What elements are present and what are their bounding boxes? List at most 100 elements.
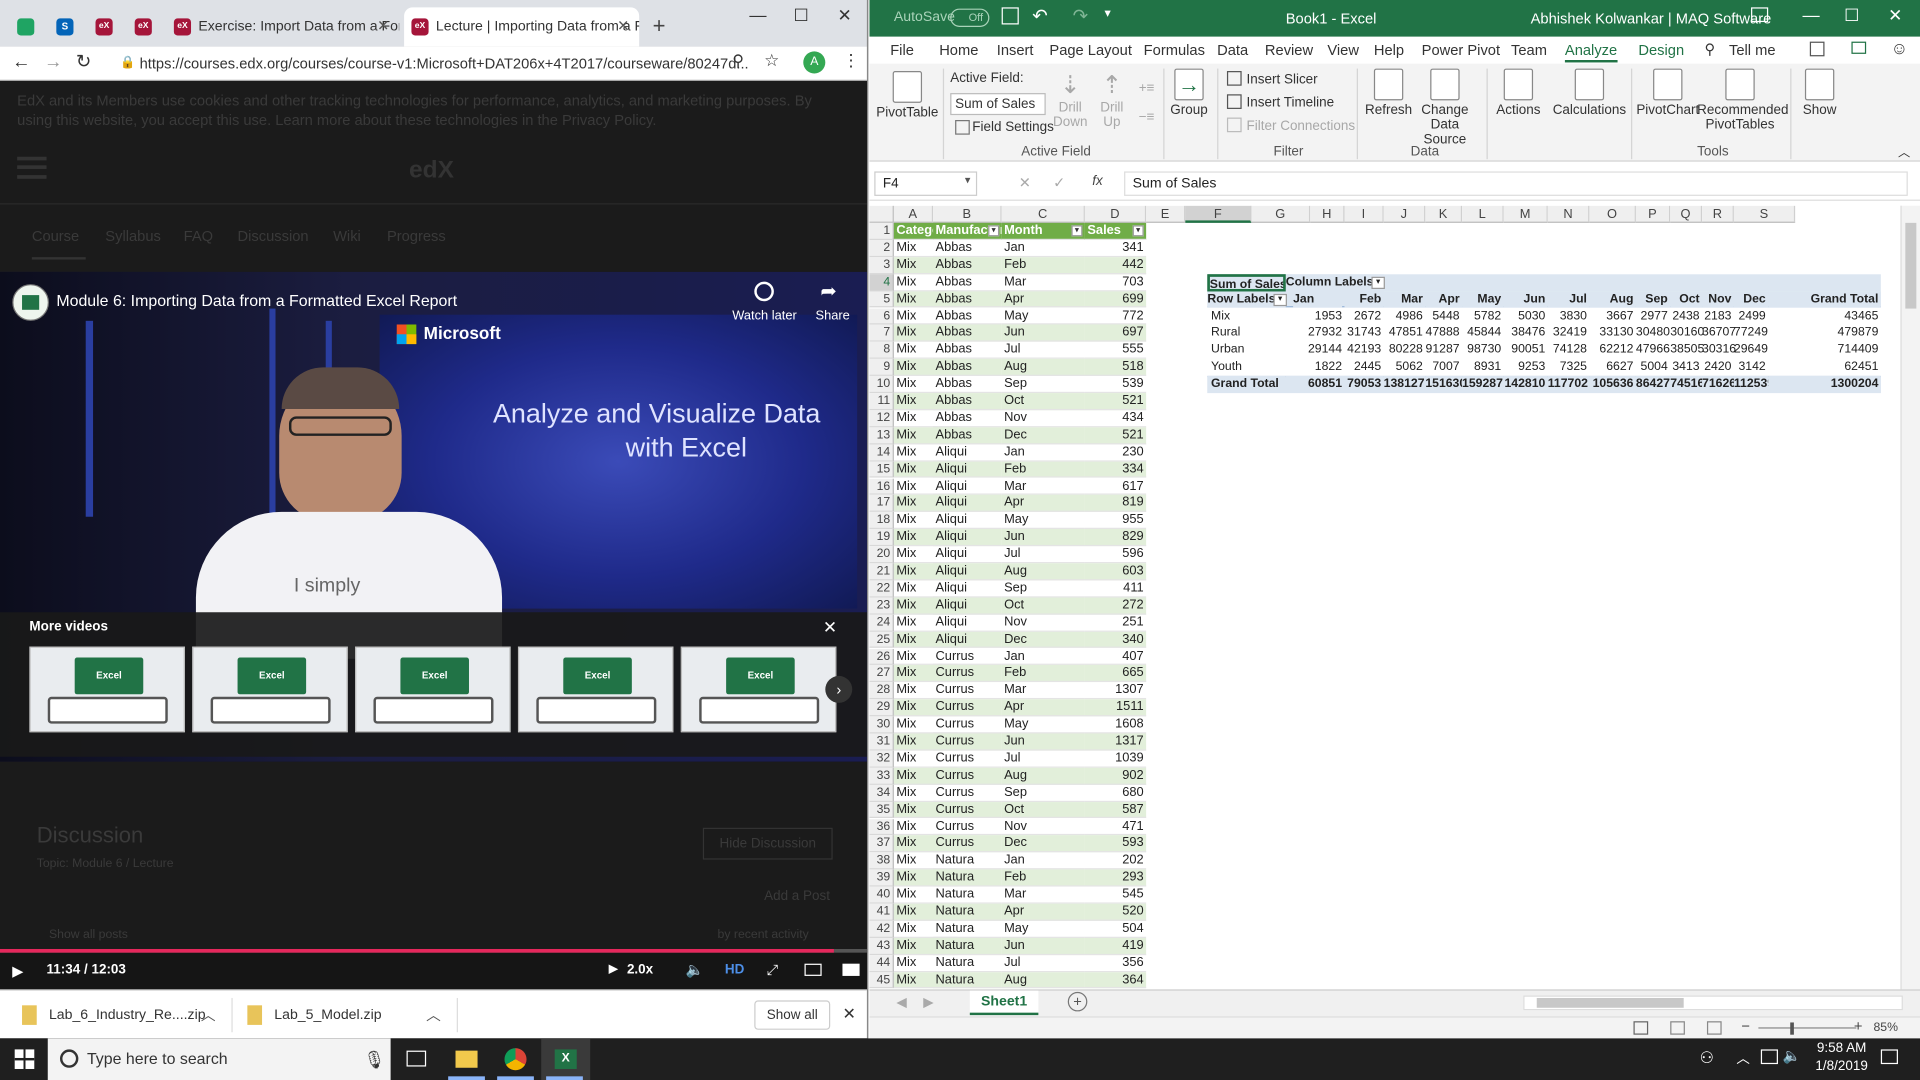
scroll-thumb[interactable] [1905,222,1917,309]
fullscreen-icon[interactable]: ⤢ [767,961,779,979]
show-all-posts-select[interactable]: Show all posts [49,928,128,941]
page-layout-view-icon[interactable] [1670,1021,1685,1035]
tab-help[interactable]: Help [1374,42,1404,59]
pivot-grand-total-label[interactable]: Grand Total [1207,376,1286,394]
column-header-m[interactable]: M [1503,205,1548,223]
table-cell[interactable]: Jul [1001,546,1085,564]
table-cell[interactable]: Aug [1001,971,1085,989]
pivot-value-cell[interactable]: 2977 [1636,308,1670,325]
table-cell[interactable]: Apr [1001,699,1085,717]
customize-qat-icon[interactable]: ▾ [1104,7,1110,20]
table-cell[interactable]: Currus [933,750,1002,768]
tab-analyze[interactable]: Analyze [1564,42,1618,63]
row-header[interactable]: 29 [869,699,894,717]
row-header[interactable]: 43 [869,937,894,955]
pivot-value-cell[interactable]: 38505 [1670,342,1704,359]
pivot-month-header[interactable]: Dec [1733,290,1769,308]
pivot-value-cell[interactable]: 2672 [1345,308,1384,325]
table-cell[interactable]: Currus [933,785,1002,802]
tab-page-layout[interactable]: Page Layout [1049,42,1132,59]
insert-function-icon[interactable]: fx [1092,174,1102,189]
cancel-entry-icon[interactable]: ✕ [1019,174,1031,191]
pivot-month-header[interactable]: Nov [1702,290,1734,308]
table-cell[interactable]: Jun [1001,937,1085,955]
people-icon[interactable]: ⚇ [1700,1048,1714,1068]
row-header[interactable]: 1 [869,222,894,240]
table-cell[interactable]: 680 [1084,785,1147,802]
row-header[interactable]: 34 [869,784,894,802]
row-header[interactable]: 5 [869,290,894,308]
table-cell[interactable]: 697 [1084,324,1147,342]
table-cell[interactable]: Sep [1001,785,1085,802]
sort-select[interactable]: by recent activity [718,928,809,941]
video-thumbnail[interactable]: Excel [517,646,674,733]
calculations-button[interactable]: Calculations [1553,68,1626,118]
zoom-in-icon[interactable]: + [1854,1018,1863,1035]
pivot-month-header[interactable]: Jun [1503,290,1548,308]
pivot-value-cell[interactable]: 90051 [1504,342,1548,359]
pivot-grand-total-cell[interactable]: 112539 [1733,376,1774,394]
confirm-entry-icon[interactable]: ✓ [1053,174,1065,191]
table-cell[interactable]: Aliqui [933,563,1002,581]
profile-avatar[interactable]: A [803,51,826,74]
table-cell[interactable]: Currus [933,699,1002,717]
tab-exercise[interactable]: eX Exercise: Import Data from a For ✕ [167,7,399,46]
table-cell[interactable]: 593 [1084,835,1147,853]
pivot-grand-total-cell[interactable]: 79053 [1344,376,1384,394]
vertical-scrollbar[interactable] [1900,205,1920,990]
row-header[interactable]: 37 [869,835,894,853]
zoom-slider-thumb[interactable] [1790,1022,1794,1035]
close-icon[interactable]: ✕ [1888,5,1902,26]
table-cell[interactable]: Mar [1001,682,1085,700]
table-cell[interactable]: Currus [933,767,1002,785]
tab-home[interactable]: Home [939,42,978,59]
row-header[interactable]: 31 [869,733,894,751]
table-cell[interactable]: Abbas [933,427,1002,445]
table-cell[interactable]: Jan [1001,648,1085,666]
table-cell[interactable]: May [1001,716,1085,734]
course-nav-progress[interactable]: Progress [387,228,446,245]
pivot-value-cell[interactable]: 62451 [1768,359,1881,376]
column-header-r[interactable]: R [1702,205,1734,223]
file-explorer-icon[interactable] [455,1050,478,1068]
row-header[interactable]: 18 [869,512,894,530]
table-cell[interactable]: 902 [1084,767,1147,785]
tab-review[interactable]: Review [1265,42,1313,59]
column-header-n[interactable]: N [1547,205,1590,223]
tab-view[interactable]: View [1327,42,1359,59]
clock-date[interactable]: 1/8/2019 [1807,1059,1876,1074]
pivot-value-cell[interactable]: 29649 [1734,342,1768,359]
row-header[interactable]: 20 [869,546,894,564]
table-cell[interactable]: Mar [1001,478,1085,496]
row-header[interactable]: 30 [869,716,894,734]
column-header-k[interactable]: K [1425,205,1463,223]
row-header[interactable]: 6 [869,307,894,325]
zoom-out-icon[interactable]: − [1741,1018,1750,1035]
pivot-value-cell[interactable]: 714409 [1768,342,1881,359]
pivot-value-cell[interactable]: 30160 [1670,325,1704,342]
pivot-row-label[interactable]: Rural [1207,325,1280,342]
clock-time[interactable]: 9:58 AM [1807,1041,1876,1056]
next-videos-chevron-icon[interactable]: › [825,675,853,703]
table-cell[interactable]: 539 [1084,376,1147,394]
table-cell[interactable]: Jan [1001,444,1085,462]
tab-lecture[interactable]: eX Lecture | Importing Data from a F ✕ [404,7,640,47]
tab-team[interactable]: Team [1511,42,1547,59]
row-header[interactable]: 41 [869,903,894,921]
row-header[interactable]: 38 [869,852,894,870]
table-cell[interactable]: Aliqui [933,580,1002,598]
table-cell[interactable]: Jun [1001,733,1085,751]
page-break-view-icon[interactable] [1706,1021,1722,1035]
column-header-l[interactable]: L [1462,205,1504,223]
table-cell[interactable]: 587 [1084,801,1147,819]
table-cell[interactable]: Currus [933,835,1002,853]
pivot-month-header[interactable]: May [1462,290,1504,308]
table-cell[interactable]: Feb [1001,461,1085,479]
row-header[interactable]: 19 [869,529,894,547]
table-cell[interactable]: 699 [1084,290,1147,308]
column-header-h[interactable]: H [1310,205,1345,223]
volume-icon[interactable]: 🔈 [686,961,704,978]
table-cell[interactable]: 617 [1084,478,1147,496]
expand-field-icon[interactable]: +≡ [1139,81,1155,96]
table-cell[interactable]: 819 [1084,495,1147,513]
